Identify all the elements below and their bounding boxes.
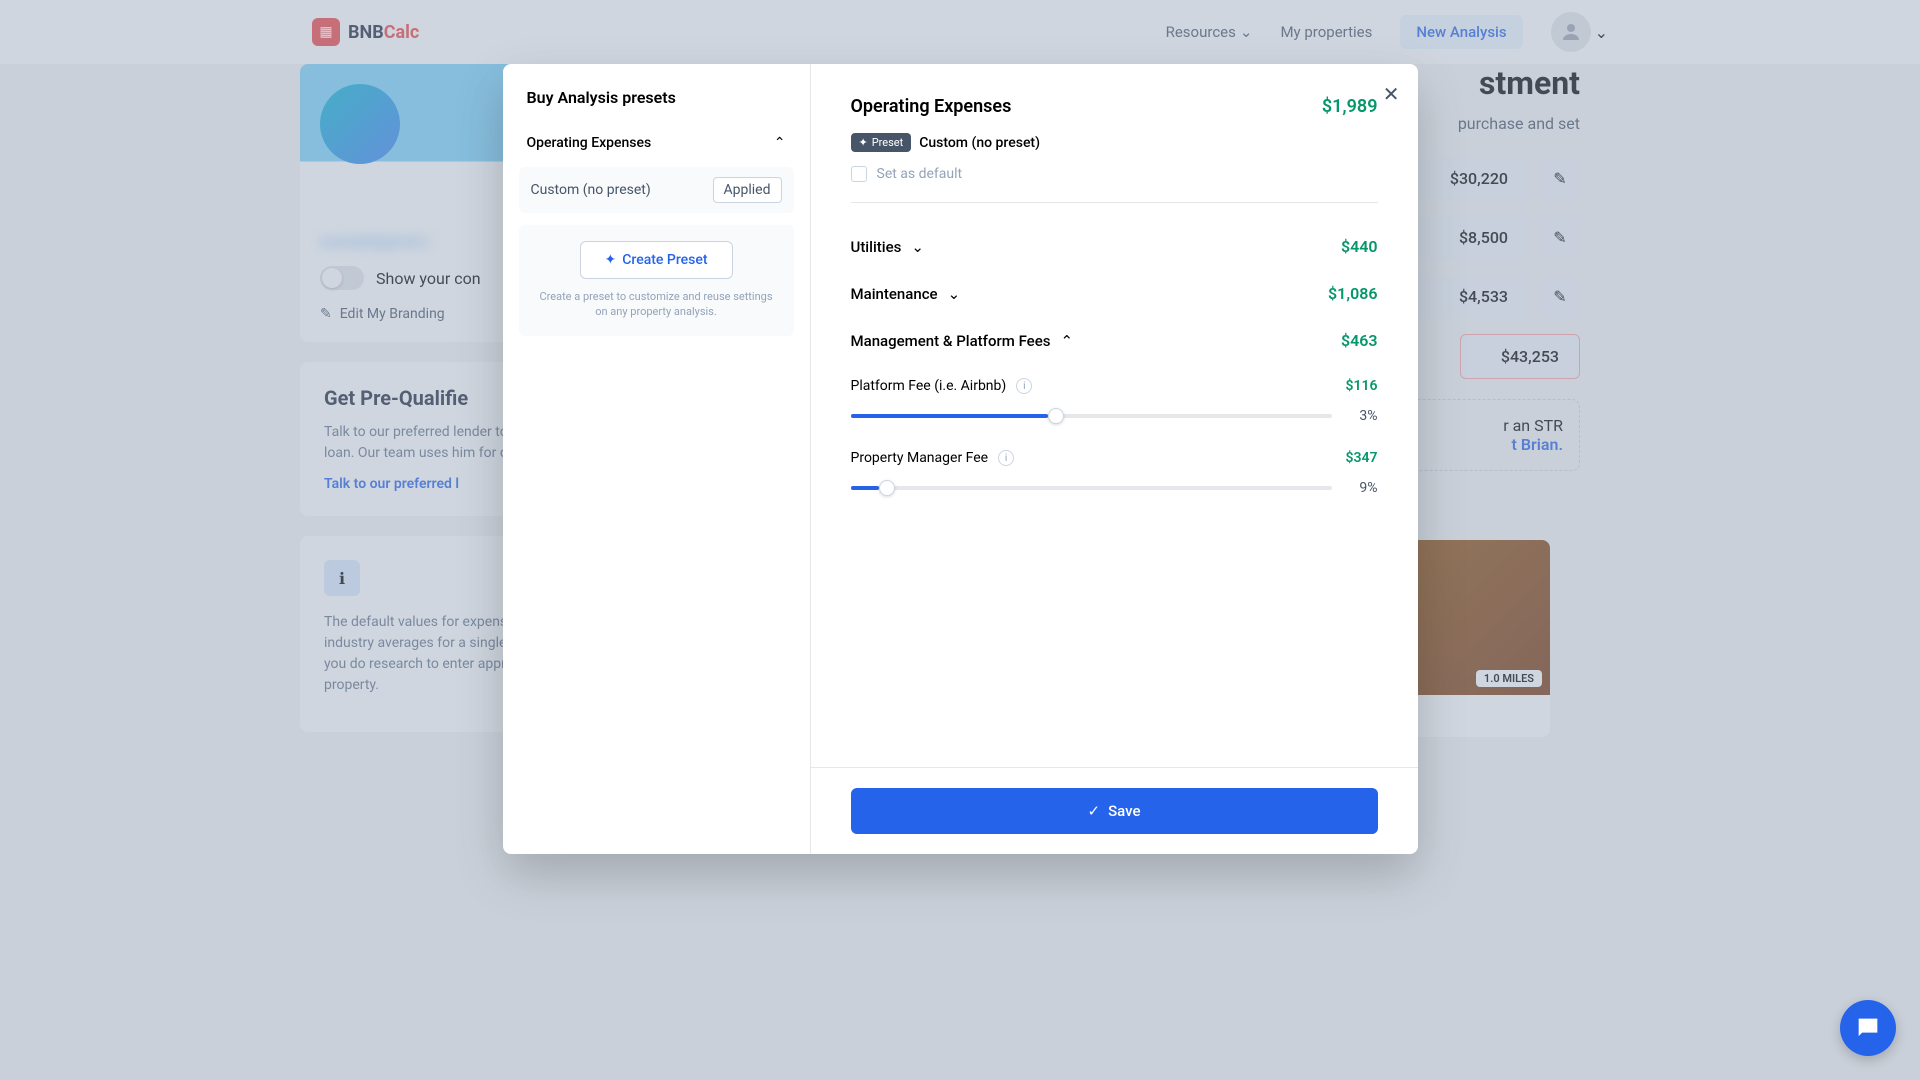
management-fees-label: Management & Platform Fees [851, 332, 1051, 350]
property-manager-pct: 9% [1348, 480, 1378, 496]
slider-fill [851, 414, 1048, 418]
platform-fee-pct: 3% [1348, 408, 1378, 424]
create-preset-help: Create a preset to customize and reuse s… [535, 289, 778, 320]
property-manager-fee-amount: $347 [1346, 450, 1378, 466]
platform-fee-row: Platform Fee (i.e. Airbnb) i $116 [851, 364, 1378, 408]
set-default-row: Set as default [851, 166, 1378, 182]
operating-expenses-modal: Buy Analysis presets Operating Expenses … [503, 64, 1418, 854]
utilities-row[interactable]: Utilities ⌄ $440 [851, 223, 1378, 270]
property-manager-fee-row: Property Manager Fee i $347 [851, 436, 1378, 480]
maintenance-row[interactable]: Maintenance ⌄ $1,086 [851, 270, 1378, 317]
modal-sidebar-title: Buy Analysis presets [519, 88, 794, 107]
preset-tag-label: Preset [872, 136, 904, 149]
create-preset-button[interactable]: ✦ Create Preset [580, 241, 733, 279]
operating-expenses-total: $1,989 [1322, 96, 1378, 117]
slider-thumb[interactable] [879, 480, 895, 496]
maintenance-amount: $1,086 [1328, 284, 1377, 303]
info-icon[interactable]: i [998, 450, 1014, 466]
preset-item-custom[interactable]: Custom (no preset) Applied [519, 167, 794, 213]
applied-badge: Applied [713, 177, 782, 203]
preset-section-toggle[interactable]: Operating Expenses ⌃ [519, 127, 794, 159]
management-fees-row[interactable]: Management & Platform Fees ⌃ $463 [851, 317, 1378, 364]
section-header: Operating Expenses $1,989 [851, 96, 1378, 117]
chevron-up-icon: ⌃ [774, 135, 786, 151]
property-manager-slider-row: 9% [851, 480, 1378, 496]
modal-sidebar: Buy Analysis presets Operating Expenses … [503, 64, 811, 854]
divider [851, 202, 1378, 203]
preset-section-label: Operating Expenses [527, 135, 652, 151]
chevron-down-icon: ⌄ [948, 285, 961, 303]
sparkle-icon: ✦ [859, 136, 868, 149]
slider-thumb[interactable] [1048, 408, 1064, 424]
management-fees-amount: $463 [1341, 331, 1378, 350]
check-icon: ✓ [1087, 802, 1100, 820]
modal-footer: ✓ Save [811, 767, 1418, 854]
slider-fill [851, 486, 880, 490]
sparkle-icon: ✦ [605, 252, 617, 268]
preset-tag-row: ✦ Preset Custom (no preset) [851, 133, 1378, 152]
property-manager-fee-label: Property Manager Fee [851, 450, 989, 466]
save-button[interactable]: ✓ Save [851, 788, 1378, 834]
platform-fee-slider-row: 3% [851, 408, 1378, 424]
operating-expenses-title: Operating Expenses [851, 96, 1012, 117]
chevron-up-icon: ⌃ [1060, 332, 1073, 350]
set-default-checkbox[interactable] [851, 166, 867, 182]
platform-fee-slider[interactable] [851, 414, 1332, 418]
modal-body: ✕ Operating Expenses $1,989 ✦ Preset Cust… [811, 64, 1418, 767]
chevron-down-icon: ⌄ [911, 238, 924, 256]
utilities-amount: $440 [1341, 237, 1378, 256]
preset-tag: ✦ Preset [851, 133, 912, 152]
modal-overlay: Buy Analysis presets Operating Expenses … [0, 0, 1920, 1080]
set-default-label: Set as default [877, 166, 963, 182]
maintenance-label: Maintenance [851, 285, 938, 303]
property-manager-slider[interactable] [851, 486, 1332, 490]
close-button[interactable]: ✕ [1383, 82, 1400, 106]
chat-fab[interactable] [1840, 1000, 1896, 1056]
platform-fee-amount: $116 [1346, 378, 1378, 394]
utilities-label: Utilities [851, 238, 902, 256]
custom-preset-label: Custom (no preset) [919, 135, 1040, 151]
modal-main: ✕ Operating Expenses $1,989 ✦ Preset Cust… [811, 64, 1418, 854]
create-preset-box: ✦ Create Preset Create a preset to custo… [519, 225, 794, 336]
preset-item-label: Custom (no preset) [531, 182, 651, 198]
save-label: Save [1108, 802, 1140, 820]
create-preset-label: Create Preset [622, 252, 707, 268]
platform-fee-label: Platform Fee (i.e. Airbnb) [851, 378, 1007, 394]
info-icon[interactable]: i [1016, 378, 1032, 394]
chat-icon [1854, 1014, 1882, 1042]
